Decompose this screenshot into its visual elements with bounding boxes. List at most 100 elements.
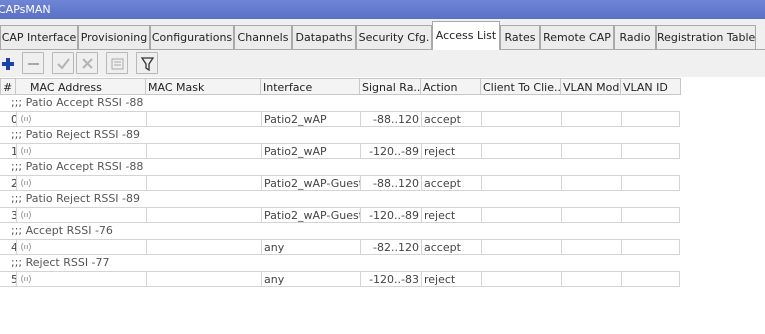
column-header-mac-mask[interactable]: MAC Mask bbox=[146, 78, 261, 95]
table-row[interactable]: 0 Patio2_wAP -88..120 accept bbox=[0, 111, 680, 127]
row-number: 3 bbox=[0, 207, 16, 223]
column-header-vlan-mode[interactable]: VLAN Mode bbox=[561, 78, 621, 95]
vlan-mode-cell bbox=[561, 175, 621, 191]
comment-row[interactable]: ;;; Patio Accept RSSI -88 bbox=[0, 95, 765, 111]
column-header-interface[interactable]: Interface bbox=[261, 78, 360, 95]
minus-icon bbox=[28, 63, 39, 65]
tab-access-list[interactable]: Access List bbox=[432, 21, 500, 50]
column-header-action[interactable]: Action bbox=[421, 78, 481, 95]
wireless-icon bbox=[21, 146, 31, 156]
action-cell: accept bbox=[421, 239, 481, 255]
mac-mask-cell bbox=[146, 175, 261, 191]
wireless-icon bbox=[21, 114, 31, 124]
client-to-client-cell bbox=[481, 207, 561, 223]
mac-address-cell bbox=[16, 111, 146, 127]
filter-button[interactable] bbox=[136, 52, 158, 74]
table-row[interactable]: 1 Patio2_wAP -120..-89 reject bbox=[0, 143, 680, 159]
row-comment: ;;; Patio Accept RSSI -88 bbox=[11, 96, 144, 109]
mac-mask-cell bbox=[146, 111, 261, 127]
row-number: 5 bbox=[0, 271, 16, 287]
signal-range-cell: -82..120 bbox=[360, 239, 421, 255]
tab-provisioning[interactable]: Provisioning bbox=[78, 25, 150, 49]
table-row[interactable]: 2 Patio2_wAP-Guest -88..120 accept bbox=[0, 175, 680, 191]
vlan-mode-cell bbox=[561, 207, 621, 223]
disable-button[interactable] bbox=[76, 52, 98, 74]
tab-datapaths[interactable]: Datapaths bbox=[292, 25, 356, 49]
interface-cell: Patio2_wAP bbox=[261, 143, 360, 159]
action-cell: reject bbox=[421, 207, 481, 223]
mac-address-cell bbox=[16, 239, 146, 255]
vlan-id-cell bbox=[621, 271, 680, 287]
tab-registration-table[interactable]: Registration Table bbox=[656, 25, 756, 49]
table-row[interactable]: 4 any -82..120 accept bbox=[0, 239, 680, 255]
filter-icon bbox=[140, 57, 155, 72]
vlan-mode-cell bbox=[561, 143, 621, 159]
vlan-id-cell bbox=[621, 175, 680, 191]
tab-channels[interactable]: Channels bbox=[234, 25, 292, 49]
client-to-client-cell bbox=[481, 143, 561, 159]
interface-cell: any bbox=[261, 239, 360, 255]
row-number: 1 bbox=[0, 143, 16, 159]
remove-button[interactable] bbox=[22, 52, 44, 74]
plus-icon bbox=[2, 58, 14, 70]
add-button[interactable] bbox=[0, 52, 18, 74]
mac-mask-cell bbox=[146, 207, 261, 223]
wireless-icon bbox=[21, 178, 31, 188]
row-comment: ;;; Patio Reject RSSI -89 bbox=[11, 128, 141, 141]
row-number: 2 bbox=[0, 175, 16, 191]
vlan-mode-cell bbox=[561, 271, 621, 287]
interface-cell: Patio2_wAP-Guest bbox=[261, 207, 360, 223]
tab-configurations[interactable]: Configurations bbox=[150, 25, 234, 49]
check-icon bbox=[57, 58, 70, 70]
vlan-mode-cell bbox=[561, 239, 621, 255]
comment-row[interactable]: ;;; Patio Reject RSSI -89 bbox=[0, 127, 765, 143]
comment-row[interactable]: ;;; Patio Accept RSSI -88 bbox=[0, 159, 765, 175]
mac-mask-cell bbox=[146, 143, 261, 159]
mac-mask-cell bbox=[146, 271, 261, 287]
tab-bar: CAP Interface Provisioning Configuration… bbox=[0, 19, 765, 50]
tab-rates[interactable]: Rates bbox=[500, 25, 540, 49]
table-row[interactable]: 5 any -120..-83 reject bbox=[0, 271, 680, 287]
x-icon bbox=[82, 58, 93, 69]
tab-cap-interface[interactable]: CAP Interface bbox=[0, 25, 78, 49]
signal-range-cell: -120..-89 bbox=[360, 207, 421, 223]
signal-range-cell: -120..-89 bbox=[360, 143, 421, 159]
row-comment: ;;; Patio Accept RSSI -88 bbox=[11, 160, 144, 173]
window-title: CAPsMAN bbox=[0, 0, 765, 19]
toolbar bbox=[0, 50, 765, 77]
client-to-client-cell bbox=[481, 175, 561, 191]
action-cell: accept bbox=[421, 111, 481, 127]
note-icon bbox=[111, 58, 124, 70]
vlan-id-cell bbox=[621, 143, 680, 159]
tab-radio[interactable]: Radio bbox=[614, 25, 656, 49]
mac-address-cell bbox=[16, 271, 146, 287]
signal-range-cell: -88..120 bbox=[360, 175, 421, 191]
action-cell: reject bbox=[421, 271, 481, 287]
action-cell: accept bbox=[421, 175, 481, 191]
comment-button[interactable] bbox=[106, 52, 128, 74]
column-header-number[interactable]: # bbox=[0, 78, 16, 95]
enable-button[interactable] bbox=[52, 52, 74, 74]
tab-remote-cap[interactable]: Remote CAP bbox=[540, 25, 614, 49]
comment-row[interactable]: ;;; Reject RSSI -77 bbox=[0, 255, 765, 271]
column-header-signal-range[interactable]: Signal Ra... bbox=[360, 78, 421, 95]
comment-row[interactable]: ;;; Accept RSSI -76 bbox=[0, 223, 765, 239]
table-row[interactable]: 3 Patio2_wAP-Guest -120..-89 reject bbox=[0, 207, 680, 223]
column-header-client-to-client[interactable]: Client To Clie... bbox=[481, 78, 561, 95]
vlan-id-cell bbox=[621, 207, 680, 223]
wireless-icon bbox=[21, 274, 31, 284]
column-header-vlan-id[interactable]: VLAN ID bbox=[621, 78, 681, 95]
mac-address-cell bbox=[16, 207, 146, 223]
row-number: 0 bbox=[0, 111, 16, 127]
row-comment: ;;; Reject RSSI -77 bbox=[11, 256, 110, 269]
client-to-client-cell bbox=[481, 111, 561, 127]
row-comment: ;;; Patio Reject RSSI -89 bbox=[11, 192, 141, 205]
interface-cell: any bbox=[261, 271, 360, 287]
mac-address-cell bbox=[16, 175, 146, 191]
wireless-icon bbox=[21, 210, 31, 220]
comment-row[interactable]: ;;; Patio Reject RSSI -89 bbox=[0, 191, 765, 207]
column-header-mac-address[interactable]: MAC Address bbox=[16, 78, 146, 95]
tab-security-cfg[interactable]: Security Cfg. bbox=[356, 25, 432, 49]
action-cell: reject bbox=[421, 143, 481, 159]
interface-cell: Patio2_wAP-Guest bbox=[261, 175, 360, 191]
